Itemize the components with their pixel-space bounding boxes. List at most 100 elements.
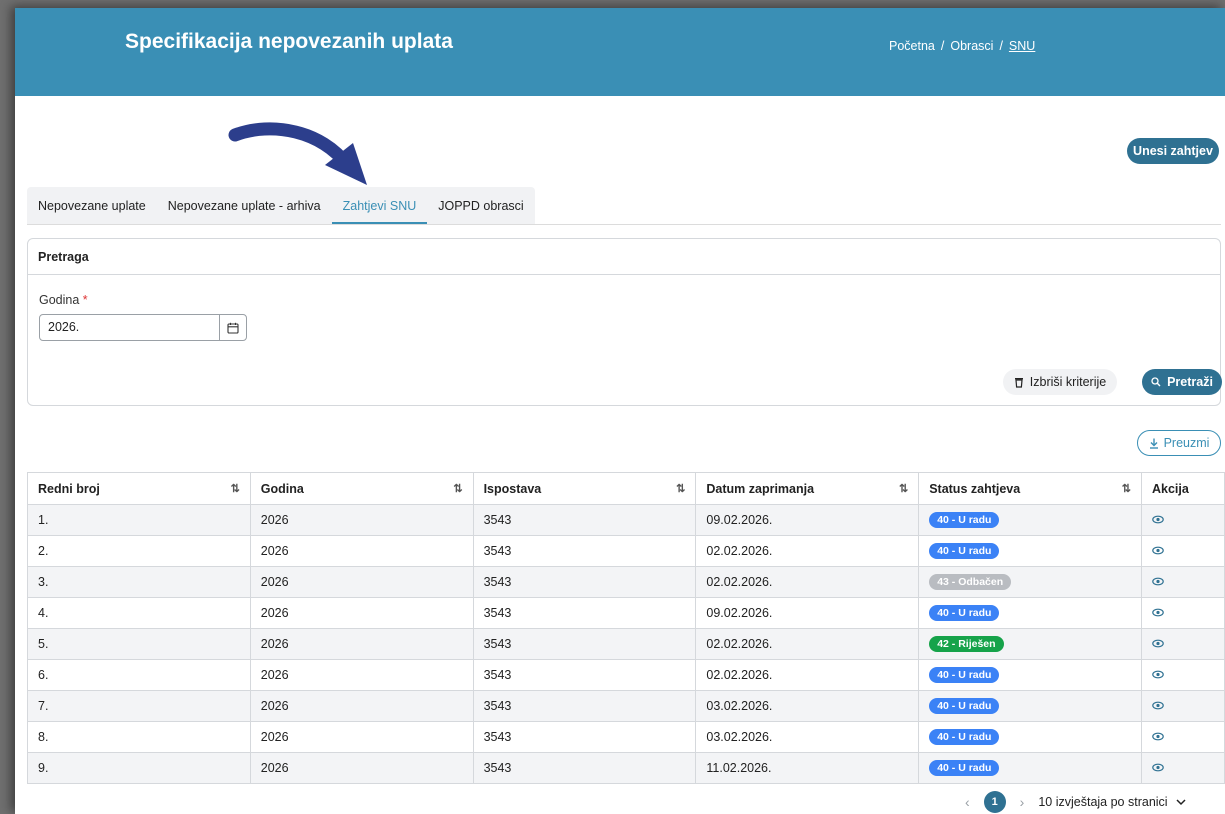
view-eye-icon[interactable] [1152,763,1164,772]
cell-date: 02.02.2026. [695,566,920,598]
clear-criteria-button[interactable]: Izbriši kriterije [1003,369,1117,395]
tab-joppd-forms[interactable]: JOPPD obrasci [427,187,534,225]
cell-action [1140,504,1225,536]
download-label: Preuzmi [1163,436,1210,450]
status-badge: 40 - U radu [929,543,1000,559]
cell-action [1140,566,1225,598]
column-label: Godina [260,481,304,496]
arrow-annotation-icon [228,122,367,185]
search-panel: Pretraga Godina * 2026. Izbriši kriterij… [27,238,1222,406]
table-row: 1. 2026 3543 09.02.2026. 40 - U radu [27,504,1225,536]
view-eye-icon[interactable] [1152,577,1164,586]
view-eye-icon[interactable] [1152,701,1164,710]
cell-action [1140,535,1225,567]
sort-icon[interactable]: ⇅ [1122,482,1131,495]
current-page-button[interactable]: 1 [983,791,1006,813]
tabs-divider [27,224,1221,225]
search-button[interactable]: Pretraži [1142,369,1222,395]
search-icon [1151,377,1161,387]
table-row: 9. 2026 3543 11.02.2026. 40 - U radu [27,752,1225,784]
view-eye-icon[interactable] [1152,608,1164,617]
cell-year: 2026 [249,721,474,753]
view-eye-icon[interactable] [1152,670,1164,679]
previous-page-icon[interactable]: ‹ [965,794,970,810]
table-body: 1. 2026 3543 09.02.2026. 40 - U radu 2. 2026 35… [27,504,1225,784]
tab-unlinked-payments[interactable]: Nepovezane uplate [27,187,157,225]
new-request-button[interactable]: Unesi zahtjev [1127,138,1219,164]
cell-year: 2026 [249,504,474,536]
cell-number: 4. [27,597,251,629]
column-header-office[interactable]: Ispostava ⇅ [472,472,697,505]
status-badge: 40 - U radu [929,698,1000,714]
cell-number: 9. [27,752,251,784]
sort-icon[interactable]: ⇅ [899,482,908,495]
view-eye-icon[interactable] [1152,732,1164,741]
breadcrumb-separator: / [940,39,945,53]
breadcrumb-home[interactable]: Početna [889,39,935,53]
table-row: 5. 2026 3543 02.02.2026. 42 - Riješen [27,628,1225,660]
cell-status: 40 - U radu [918,721,1142,753]
year-field[interactable]: 2026. [39,314,247,341]
cell-status: 40 - U radu [918,659,1142,691]
column-header-action: Akcija [1140,472,1225,505]
search-panel-title: Pretraga [28,239,1220,275]
column-header-date[interactable]: Datum zaprimanja ⇅ [695,472,920,505]
status-badge: 42 - Riješen [929,636,1004,652]
view-eye-icon[interactable] [1152,515,1164,524]
breadcrumb: Početna / Obrasci / SNU [889,39,1035,53]
cell-status: 42 - Riješen [918,628,1142,660]
year-field-label: Godina * [39,293,88,307]
year-label-text: Godina [39,293,80,307]
cell-date: 02.02.2026. [695,659,920,691]
sort-icon[interactable]: ⇅ [231,482,240,495]
cell-action [1140,659,1225,691]
cell-office: 3543 [472,566,697,598]
calendar-icon[interactable] [219,315,246,340]
cell-year: 2026 [249,628,474,660]
cell-number: 8. [27,721,251,753]
column-header-year[interactable]: Godina ⇅ [249,472,474,505]
cell-action [1140,690,1225,722]
breadcrumb-separator: / [999,39,1003,53]
page-size-select[interactable]: 10 izvještaja po stranici [1038,795,1186,809]
next-page-icon[interactable]: › [1020,794,1025,810]
cell-status: 40 - U radu [918,690,1142,722]
column-header-number[interactable]: Redni broj ⇅ [27,472,251,505]
cell-date: 03.02.2026. [695,690,920,722]
cell-office: 3543 [472,721,697,753]
breadcrumb-forms[interactable]: Obrasci [950,39,993,53]
table-row: 2. 2026 3543 02.02.2026. 40 - U radu [27,535,1225,567]
cell-number: 5. [27,628,251,660]
status-badge: 40 - U radu [929,760,1000,776]
cell-office: 3543 [472,504,697,536]
status-badge: 40 - U radu [929,512,1000,528]
sort-icon[interactable]: ⇅ [676,482,685,495]
download-icon [1149,438,1158,449]
cell-year: 2026 [249,752,474,784]
cell-action [1140,597,1225,629]
column-header-status[interactable]: Status zahtjeva ⇅ [918,472,1142,505]
sort-icon[interactable]: ⇅ [453,482,462,495]
table-row: 8. 2026 3543 03.02.2026. 40 - U radu [27,721,1225,753]
column-label: Ispostava [483,481,542,496]
view-eye-icon[interactable] [1152,546,1164,555]
download-button[interactable]: Preuzmi [1137,430,1221,456]
cell-number: 2. [27,535,251,567]
column-label: Redni broj [38,481,100,496]
breadcrumb-current[interactable]: SNU [1009,39,1035,53]
clear-criteria-label: Izbriši kriterije [1029,375,1107,389]
tab-unlinked-payments-archive[interactable]: Nepovezane uplate - arhiva [157,187,332,225]
cell-year: 2026 [249,659,474,691]
tab-snu-requests[interactable]: Zahtjevi SNU [331,187,428,225]
requests-table: Redni broj ⇅ Godina ⇅ Ispostava ⇅ Datum zap… [27,472,1225,784]
year-input[interactable]: 2026. [40,315,219,340]
cell-number: 7. [27,690,251,722]
cell-status: 40 - U radu [918,535,1142,567]
cell-number: 6. [27,659,251,691]
view-eye-icon[interactable] [1152,639,1164,648]
table-row: 4. 2026 3543 09.02.2026. 40 - U radu [27,597,1225,629]
page-header: Specifikacija nepovezanih uplata Početna… [15,8,1225,96]
chevron-down-icon [1176,798,1186,805]
cell-status: 40 - U radu [918,504,1142,536]
cell-date: 03.02.2026. [695,721,920,753]
